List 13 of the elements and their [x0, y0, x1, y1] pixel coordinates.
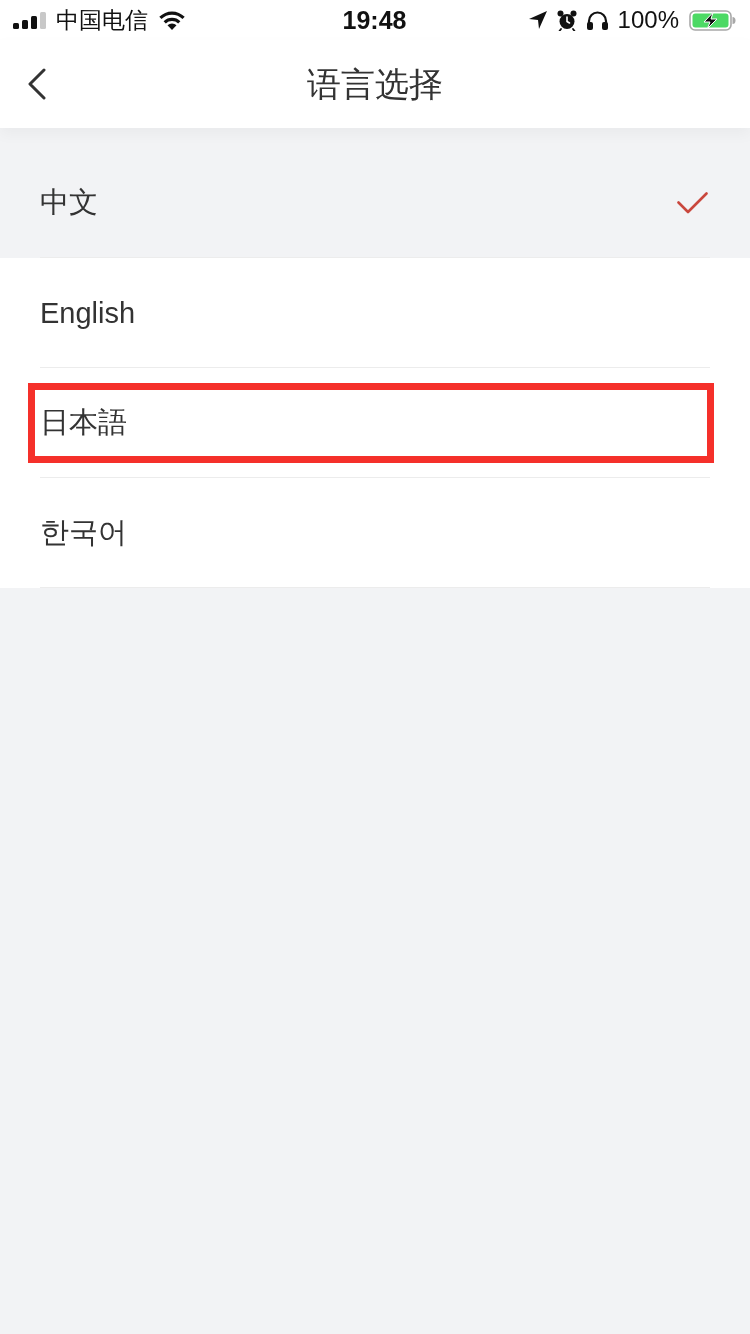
back-button[interactable]	[26, 67, 48, 101]
page-title: 语言选择	[307, 63, 443, 105]
back-chevron-icon	[28, 68, 46, 100]
language-option[interactable]: 中文	[0, 148, 750, 258]
alarm-clock-icon	[556, 9, 577, 31]
carrier-name: 中国电信	[56, 8, 148, 32]
battery-percentage: 100%	[617, 8, 679, 32]
location-arrow-icon	[528, 11, 547, 29]
wifi-icon	[158, 10, 186, 30]
signal-icon	[13, 11, 46, 29]
headphones-icon	[586, 10, 608, 30]
status-time: 19:48	[342, 7, 407, 33]
battery-charging-icon	[689, 9, 736, 31]
